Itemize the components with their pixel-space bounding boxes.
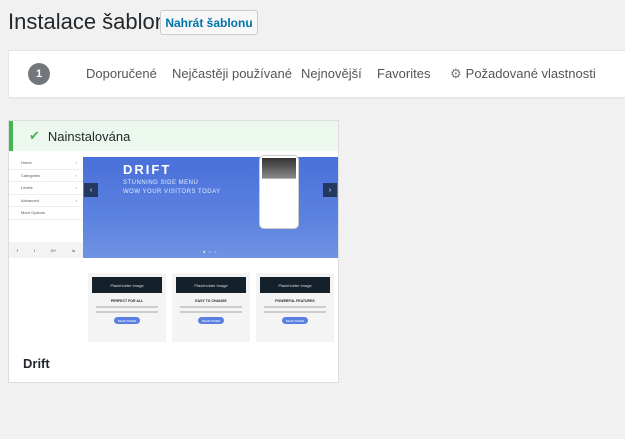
check-icon: ✔ (29, 128, 40, 143)
tab-favorites[interactable]: Favorites (377, 66, 430, 81)
theme-card[interactable]: ✔ Nainstalována Home › Categories › Levels ›… (8, 120, 339, 383)
feature-filter-button[interactable]: ⚙ Požadované vlastnosti (450, 66, 596, 82)
hero-subtitle: STUNNING SIDE MENU WOW YOUR VISITORS TODA… (123, 180, 221, 195)
tab-latest[interactable]: Nejnovější (301, 66, 362, 81)
slider-dots: ● ○ ○ (203, 249, 218, 254)
tab-popular[interactable]: Nejčastěji používané (172, 66, 292, 81)
preview-hero: DRIFT STUNNING SIDE MENU WOW YOUR VISITOR… (83, 155, 338, 258)
installed-notice: ✔ Nainstalována (9, 121, 338, 151)
preview-menu-item: Categories › (9, 170, 83, 182)
hero-title: DRIFT (123, 162, 172, 177)
preview-menu-item: Levels › (9, 182, 83, 195)
tab-featured[interactable]: Doporučené (86, 66, 157, 81)
phone-image (259, 155, 299, 229)
chevron-left-icon: ‹ (84, 183, 98, 197)
gear-icon: ⚙ (450, 66, 462, 81)
theme-name: Drift (23, 356, 50, 371)
installed-label: Nainstalována (47, 128, 131, 144)
filter-bar: 1 Doporučené Nejčastěji používané Nejnov… (8, 50, 625, 98)
preview-feature: Placeholder Image PERFECT FOR ALL READ MOR… (88, 273, 166, 342)
preview-menu-item: More Options (9, 207, 83, 220)
theme-screenshot[interactable]: Home › Categories › Levels › Advanced › More… (9, 151, 338, 342)
chevron-right-icon: › (323, 183, 337, 197)
upload-theme-button[interactable]: Nahrát šablonu (160, 10, 258, 35)
preview-menu-item: Home › (9, 157, 83, 170)
preview-menu-item: Advanced › (9, 195, 83, 207)
preview-social: f t G+ in (9, 242, 83, 258)
feature-filter-label: Požadované vlastnosti (465, 66, 596, 81)
theme-count: 1 (28, 63, 50, 85)
preview-feature: Placeholder Image EASY TO CHANGE READ MORE (172, 273, 250, 342)
page-title: Instalace šablon (8, 9, 167, 34)
preview-feature: Placeholder Image POWERFUL FEATURES READ M… (256, 273, 334, 342)
